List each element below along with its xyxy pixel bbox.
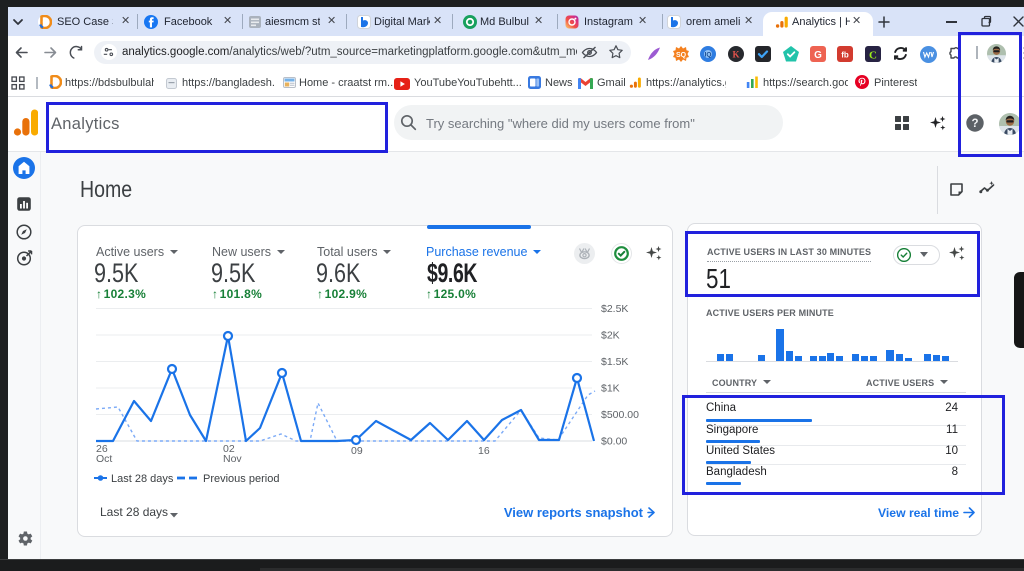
svg-text:Oct: Oct [96,453,112,465]
svg-text:G: G [814,50,822,61]
svg-text:SQ: SQ [676,52,687,59]
svg-text:fb: fb [841,51,849,60]
svg-text:Last 28 days: Last 28 days [111,473,174,485]
svg-text:IQ: IQ [705,52,712,59]
svg-text:Nov: Nov [223,453,242,465]
svg-text:Last 28 days: Last 28 days [100,505,168,519]
svg-text:$500.00: $500.00 [601,409,639,421]
svg-text:16: 16 [478,445,490,457]
svg-text:$2.5K: $2.5K [601,303,628,315]
svg-text:View reports snapshot: View reports snapshot [504,505,644,520]
svg-text:$2K: $2K [601,330,620,342]
svg-text:Previous period: Previous period [203,473,279,485]
svg-text:C: C [869,49,877,61]
svg-text:09: 09 [351,445,363,457]
svg-text:$0.00: $0.00 [601,436,627,448]
svg-text:K: K [732,49,739,59]
svg-text:$1K: $1K [601,383,620,395]
svg-text:$1.5K: $1.5K [601,356,628,368]
